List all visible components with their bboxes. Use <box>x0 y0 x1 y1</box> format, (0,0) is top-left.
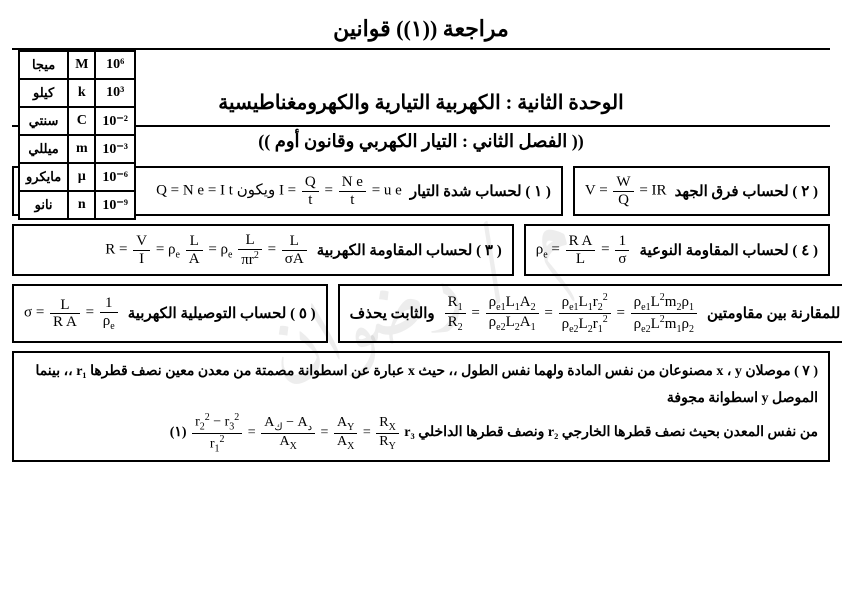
prefix-power: 10⁻⁹ <box>95 191 135 219</box>
prefix-name: كيلو <box>19 79 68 107</box>
formula-6-tail: والثابت يحذف <box>350 304 435 323</box>
formula-6-label: ( ٦ ) للمقارنة بين مقاومتين <box>707 304 842 323</box>
prefix-name: نانو <box>19 191 68 219</box>
formula-1-math: Q = N e = I t ويكون I = Qt = N et = u e <box>156 174 402 208</box>
formula-6: ( ٦ ) للمقارنة بين مقاومتين R1R2 = ρe1L1… <box>338 284 842 343</box>
prefix-name: ميجا <box>19 51 68 79</box>
prefix-symbol: n <box>68 191 95 219</box>
prefix-power: 10⁻³ <box>95 135 135 163</box>
formula-2-label: ( ٢ ) لحساب فرق الجهد <box>675 182 818 201</box>
formula-row-2: ( ٣ ) لحساب المقاومة الكهربية R = VI = ρ… <box>12 224 830 276</box>
prefix-name: مايكرو <box>19 163 68 191</box>
prefix-name: سنتي <box>19 107 68 135</box>
prefix-symbol: µ <box>68 163 95 191</box>
formula-2: ( ٢ ) لحساب فرق الجهد V = WQ = IR <box>573 166 830 216</box>
prefix-power: 10⁻⁶ <box>95 163 135 191</box>
page-title: مراجعة ((١)) قوانين <box>12 16 830 42</box>
formula-6-math: R1R2 = ρe1L1A2ρe2L2A1 = ρe1L1r22ρe2L2r12… <box>443 292 699 335</box>
formula-4-label: ( ٤ ) لحساب المقاومة النوعية <box>639 241 818 260</box>
prefix-power: 10⁻² <box>95 107 135 135</box>
formula-7-line2: من نفس المعدن بحيث نصف قطرها الخارجي r₂ … <box>24 412 818 454</box>
prefix-row: ميلليm10⁻³ <box>19 135 135 163</box>
prefix-table: ميجاM10⁶كيلوk10³سنتيC10⁻²ميلليm10⁻³مايكر… <box>18 50 136 220</box>
formula-4: ( ٤ ) لحساب المقاومة النوعية ρe = R AL =… <box>524 224 830 276</box>
prefix-row: كيلوk10³ <box>19 79 135 107</box>
formula-3-math: R = VI = ρe LA = ρe Lπr2 = LσA <box>105 232 308 268</box>
prefix-symbol: m <box>68 135 95 163</box>
prefix-name: ميللي <box>19 135 68 163</box>
prefix-row: ميجاM10⁶ <box>19 51 135 79</box>
prefix-symbol: k <box>68 79 95 107</box>
prefix-symbol: C <box>68 107 95 135</box>
formula-3-label: ( ٣ ) لحساب المقاومة الكهربية <box>317 241 502 260</box>
prefix-row: سنتيC10⁻² <box>19 107 135 135</box>
prefix-row: نانوn10⁻⁹ <box>19 191 135 219</box>
formula-row-3: ( ٥ ) لحساب التوصيلية الكهربية σ = LR A … <box>12 284 830 343</box>
formula-3: ( ٣ ) لحساب المقاومة الكهربية R = VI = ρ… <box>12 224 514 276</box>
formula-1-label: ( ١ ) لحساب شدة التيار <box>410 182 551 201</box>
prefix-power: 10³ <box>95 79 135 107</box>
formula-2-math: V = WQ = IR <box>585 174 667 208</box>
formula-5-label: ( ٥ ) لحساب التوصيلية الكهربية <box>128 304 316 323</box>
formula-4-math: ρe = R AL = 1σ <box>536 233 632 267</box>
formula-7-line1: ( ٧ ) موصلان x ، y مصنوعان من نفس المادة… <box>24 359 818 412</box>
prefix-symbol: M <box>68 51 95 79</box>
prefix-row: مايكروµ10⁻⁶ <box>19 163 135 191</box>
formula-5-math: σ = LR A = 1ρe <box>24 295 120 332</box>
formula-7: ( ٧ ) موصلان x ، y مصنوعان من نفس المادة… <box>12 351 830 462</box>
prefix-power: 10⁶ <box>95 51 135 79</box>
formula-5: ( ٥ ) لحساب التوصيلية الكهربية σ = LR A … <box>12 284 328 343</box>
